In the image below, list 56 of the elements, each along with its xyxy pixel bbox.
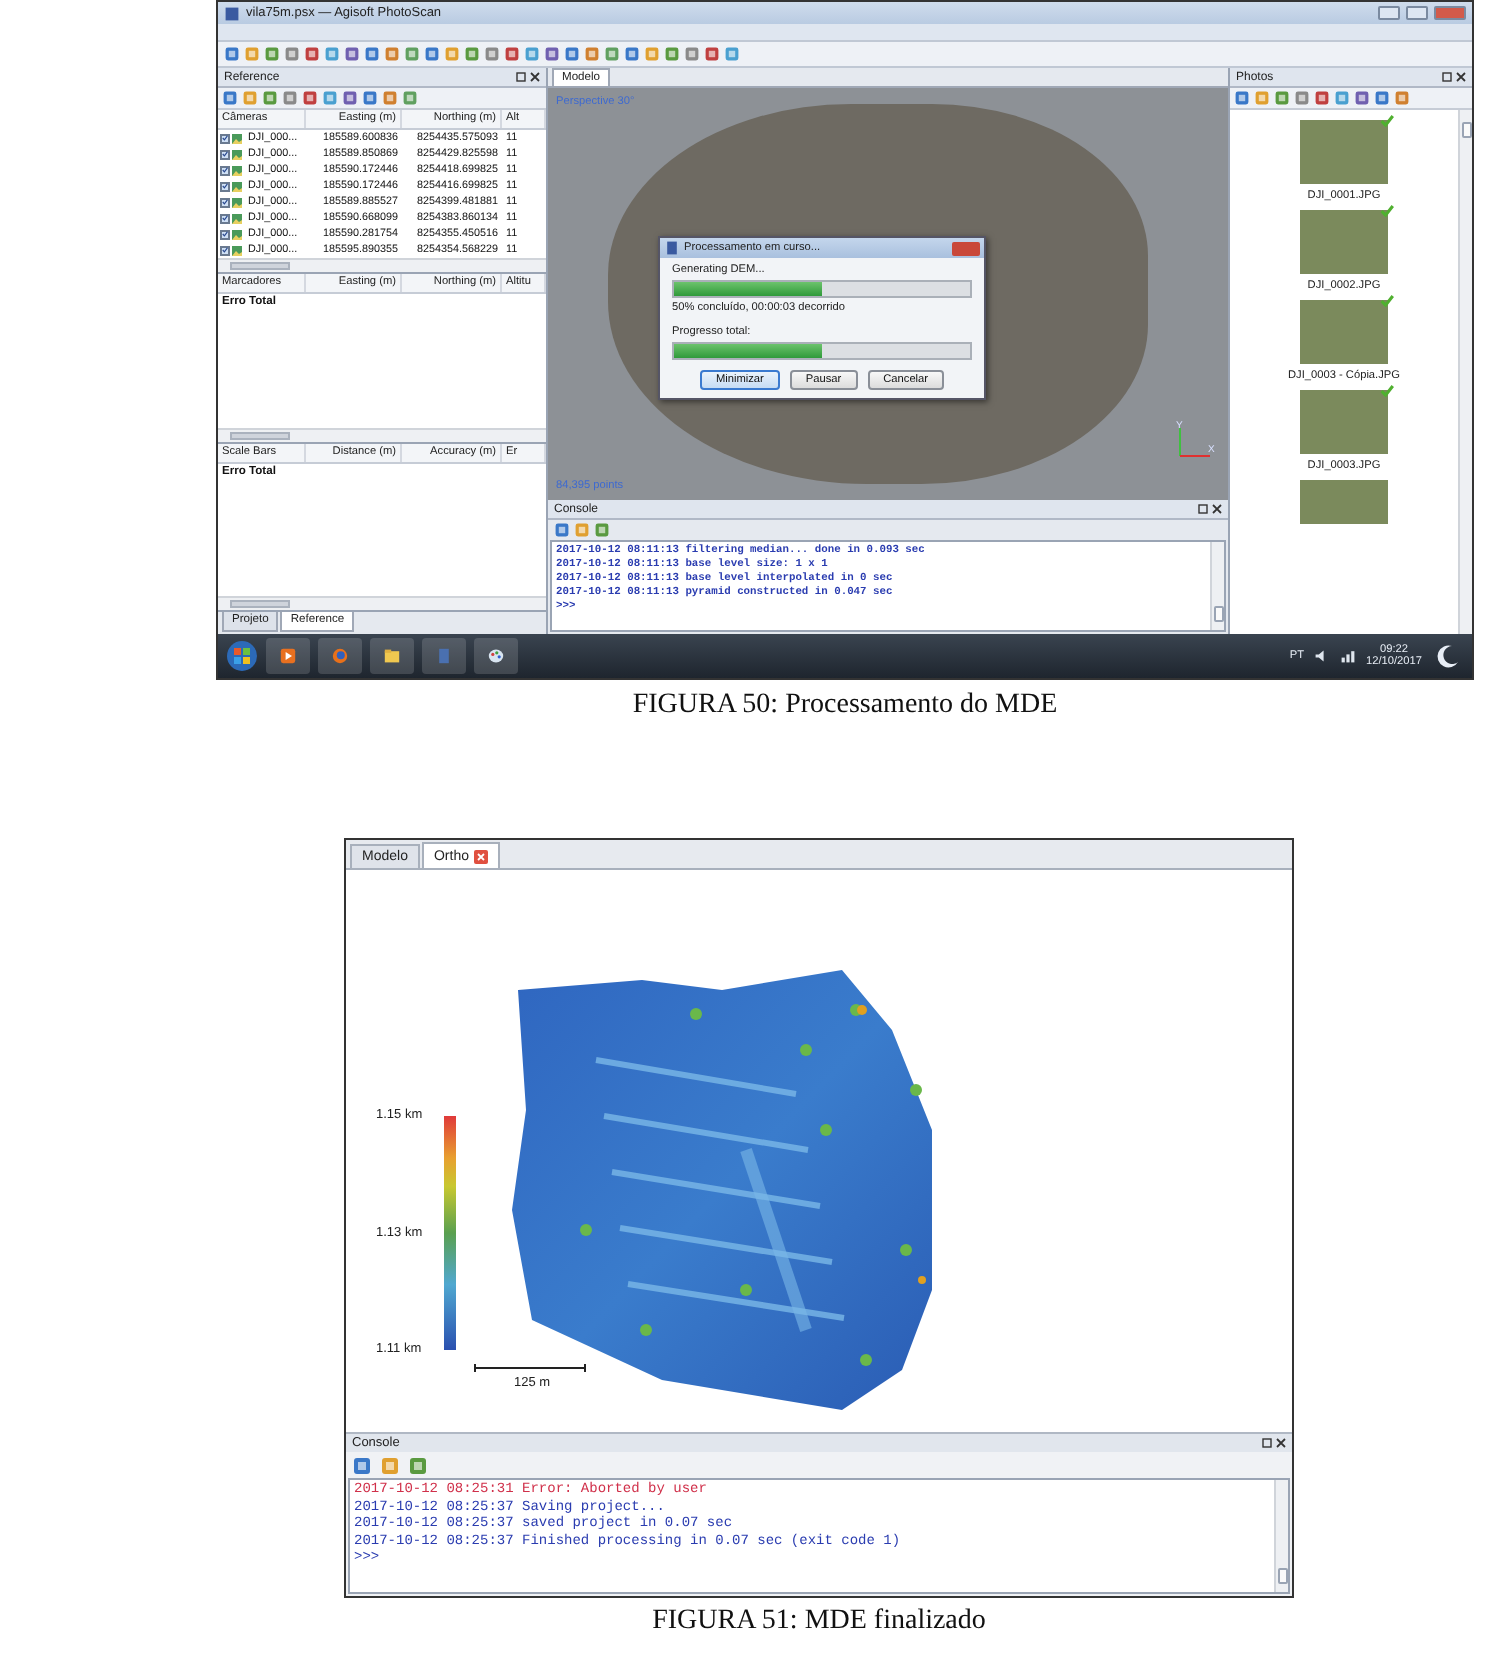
- vertical-scrollbar[interactable]: [1210, 542, 1224, 630]
- checkbox[interactable]: [220, 133, 230, 143]
- image-icon: [232, 213, 242, 223]
- figure-caption: FIGURA 50: Processamento do MDE: [630, 690, 1060, 722]
- check-icon: [1380, 294, 1394, 308]
- image-icon: [232, 149, 242, 159]
- checkbox[interactable]: [220, 213, 230, 223]
- image-icon: [232, 229, 242, 239]
- checkbox[interactable]: [220, 229, 230, 239]
- image-icon: [232, 197, 242, 207]
- palette-icon: [488, 648, 504, 664]
- float-icon[interactable]: [1198, 504, 1208, 514]
- close-button[interactable]: [952, 241, 980, 255]
- image-icon: [232, 245, 242, 255]
- folder-icon: [384, 648, 400, 664]
- float-icon[interactable]: [1442, 72, 1452, 82]
- axis-gizmo-drawing: [1179, 427, 1211, 457]
- volume-icon[interactable]: [1314, 648, 1330, 664]
- check-icon: [1380, 204, 1394, 218]
- start-button[interactable]: [226, 640, 258, 672]
- horizontal-scrollbar[interactable]: [218, 596, 546, 610]
- app-icon: [664, 240, 680, 256]
- checkbox[interactable]: [220, 181, 230, 191]
- taskbar-button[interactable]: [370, 638, 414, 674]
- browser-icon: [332, 648, 348, 664]
- horizontal-scrollbar[interactable]: [218, 258, 546, 272]
- float-icon[interactable]: [516, 72, 526, 82]
- vertical-scrollbar[interactable]: [1274, 1480, 1288, 1592]
- close-icon[interactable]: [1276, 1438, 1286, 1448]
- horizontal-scrollbar[interactable]: [218, 427, 546, 441]
- taskbar-button[interactable]: [318, 638, 362, 674]
- checkbox[interactable]: [220, 149, 230, 159]
- image-icon: [232, 181, 242, 191]
- moon-icon[interactable]: [1432, 640, 1464, 672]
- close-icon[interactable]: [530, 72, 540, 82]
- checkbox[interactable]: [220, 165, 230, 175]
- float-icon[interactable]: [1262, 1438, 1272, 1448]
- check-icon: [1380, 384, 1394, 398]
- network-icon[interactable]: [1340, 648, 1356, 664]
- checkbox[interactable]: [220, 197, 230, 207]
- scale-bar: [474, 1364, 586, 1372]
- vertical-scrollbar[interactable]: [1458, 110, 1472, 634]
- checkbox[interactable]: [220, 245, 230, 255]
- maximize-button[interactable]: [1406, 6, 1428, 20]
- play-icon: [280, 648, 296, 664]
- taskbar-button[interactable]: [266, 638, 310, 674]
- app-icon: [224, 5, 240, 21]
- check-icon: [1380, 114, 1394, 128]
- figure-caption: FIGURA 51: MDE finalizado: [650, 1606, 988, 1638]
- image-icon: [232, 133, 242, 143]
- close-icon[interactable]: [1456, 72, 1466, 82]
- app-icon: [436, 648, 452, 664]
- close-icon[interactable]: [1212, 504, 1222, 514]
- image-icon: [232, 165, 242, 175]
- minimize-button[interactable]: [1378, 6, 1400, 20]
- taskbar-button[interactable]: [474, 638, 518, 674]
